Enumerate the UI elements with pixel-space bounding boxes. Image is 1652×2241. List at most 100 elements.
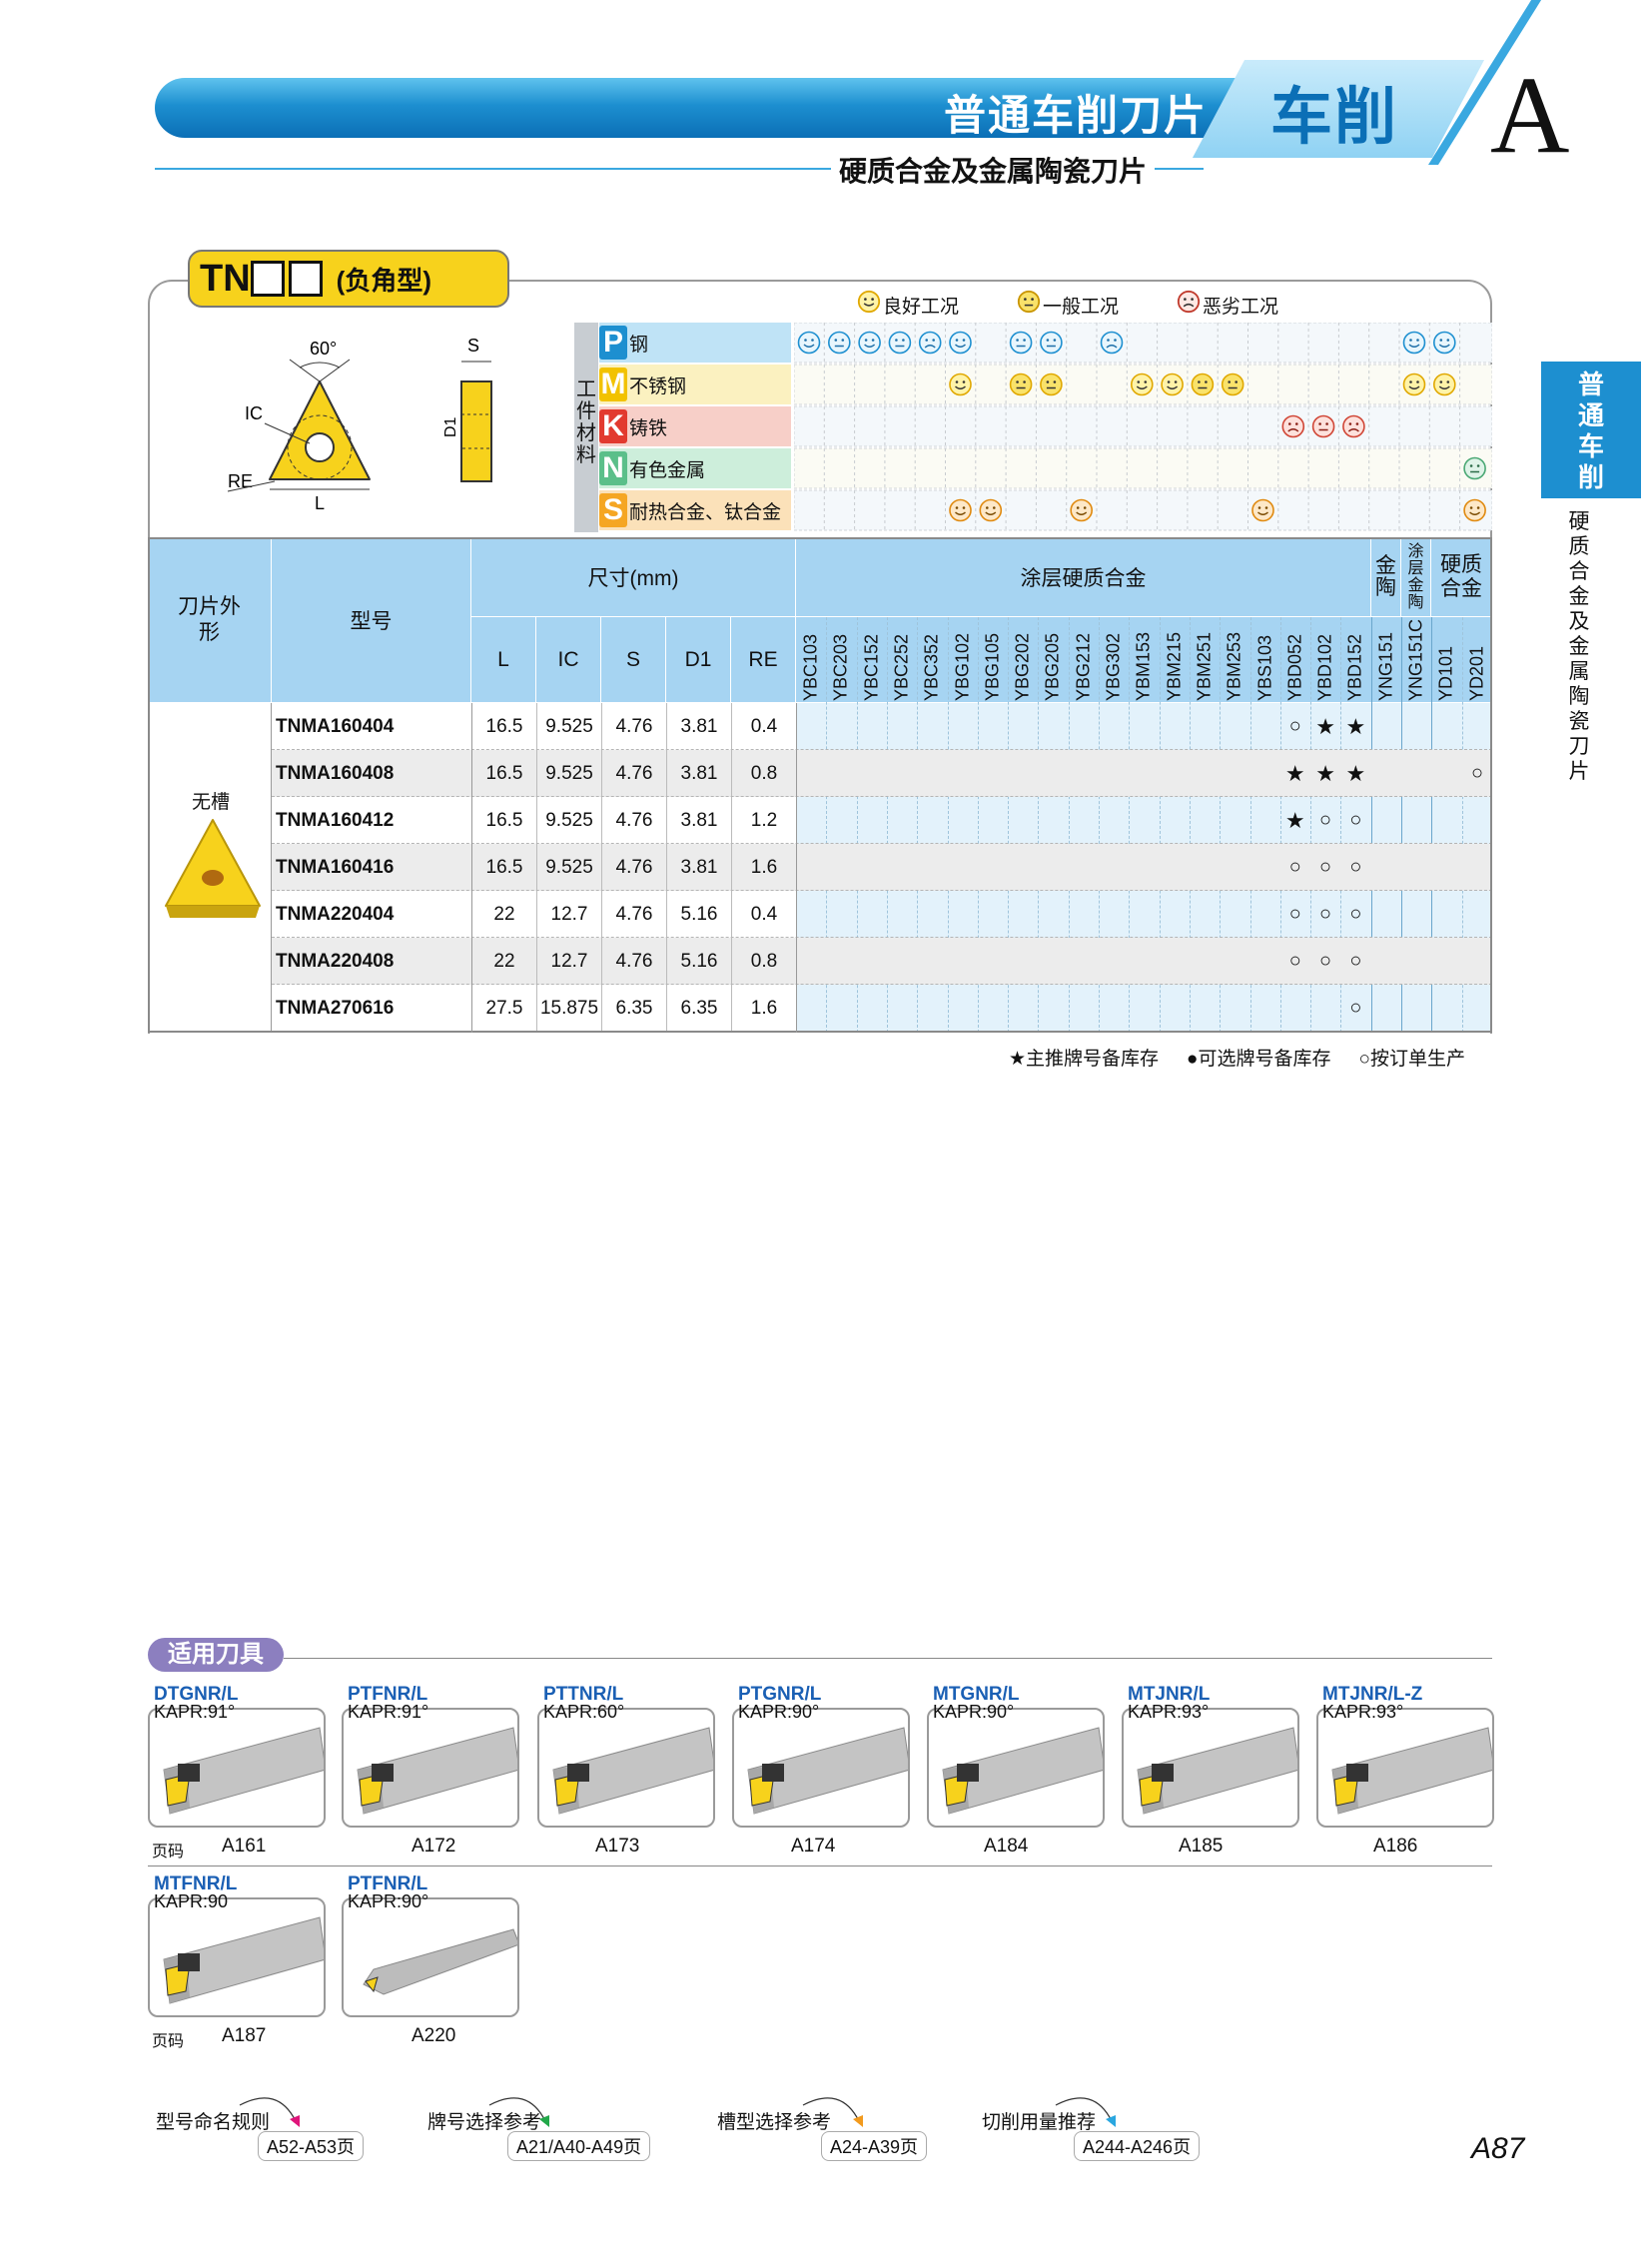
reference-page-link[interactable]: A21/A40-A49页 <box>507 2131 651 2161</box>
insert-side-view <box>460 380 492 482</box>
legend-star: ★主推牌号备库存 <box>1009 1049 1160 1070</box>
insert-hole <box>305 432 335 462</box>
triangle-insert-shape <box>269 380 371 480</box>
tool-page-ref[interactable]: A173 <box>595 1836 639 1858</box>
tool-card[interactable]: PTTNR/L KAPR:60° <box>537 1684 715 1828</box>
page-label: 页码 <box>152 1844 185 1861</box>
page-label: 页码 <box>152 2033 185 2050</box>
side-tab[interactable]: 普 通 车 削 <box>1541 362 1641 498</box>
smile-icon <box>858 331 881 355</box>
smile-icon <box>979 498 1003 522</box>
tool-card[interactable]: PTGNR/L KAPR:90° <box>732 1684 910 1828</box>
tool-image <box>537 1708 715 1828</box>
neutral-face-icon <box>827 331 851 355</box>
table-border <box>148 537 1492 1033</box>
rating-row-bg <box>794 405 1492 447</box>
tools-divider <box>284 1658 1492 1659</box>
tool-kapr: KAPR:90° <box>933 1702 1015 1722</box>
sad-face-icon <box>1100 331 1124 355</box>
sad-face-icon <box>1177 290 1201 320</box>
dim-label-ic: IC <box>245 403 263 423</box>
neutral-face-icon <box>1040 331 1063 355</box>
tool-kapr: KAPR:93° <box>1128 1702 1210 1722</box>
reference-page-link[interactable]: A24-A39页 <box>821 2131 928 2161</box>
tool-page-ref[interactable]: A220 <box>412 2025 455 2047</box>
material-row-m: M 不锈钢 <box>599 365 686 404</box>
angle-label: 60° <box>310 339 337 359</box>
section-letter: A <box>1490 54 1570 176</box>
tool-page-ref[interactable]: A172 <box>412 1836 455 1858</box>
side-subtitle-char: 合 <box>1568 560 1590 583</box>
tool-card[interactable]: MTJNR/L KAPR:93° <box>1122 1684 1299 1828</box>
reference-page-link[interactable]: A52-A53页 <box>258 2131 365 2161</box>
material-row-p: P钢 <box>599 323 648 363</box>
page-number: A87 <box>1471 2132 1525 2165</box>
tool-holder-icon <box>1331 1727 1492 1815</box>
neutral-face-icon <box>1463 456 1486 480</box>
neutral-face-icon <box>1311 414 1335 438</box>
tool-card[interactable]: MTFNR/L KAPR:90 <box>148 1873 326 2017</box>
condition-bad: 恶劣工况 <box>1177 290 1278 320</box>
material-label: 耐热合金、钛合金 <box>629 501 782 523</box>
tool-image <box>732 1708 910 1828</box>
smile-icon <box>949 331 972 355</box>
side-subtitle-char: 片 <box>1568 760 1590 783</box>
tool-card[interactable]: PTFNR/L KAPR:91° <box>342 1684 519 1828</box>
smile-icon <box>1161 373 1184 396</box>
smile-icon <box>1432 373 1456 396</box>
neutral-face-icon <box>1221 373 1244 396</box>
condition-normal: 一般工况 <box>1017 290 1119 320</box>
page-title: 普通车削刀片 <box>943 92 1208 139</box>
tool-page-ref[interactable]: A161 <box>222 1836 266 1858</box>
tool-image <box>148 1708 326 1828</box>
material-label: 铸铁 <box>629 417 668 439</box>
side-tab-char: 通 <box>1577 400 1604 430</box>
side-subtitle-char: 金 <box>1568 635 1590 658</box>
smile-icon <box>1130 373 1154 396</box>
tool-card[interactable]: PTFNR/L KAPR:90° <box>342 1873 519 2017</box>
tool-holder-icon <box>552 1727 713 1815</box>
stock-legend: ★主推牌号备库存 ●可选牌号备库存 ○按订单生产 <box>1009 1044 1465 1071</box>
reference-page-link[interactable]: A244-A246页 <box>1074 2131 1201 2161</box>
tool-card[interactable]: MTGNR/L KAPR:90° <box>927 1684 1105 1828</box>
tool-page-ref[interactable]: A186 <box>1373 1836 1417 1858</box>
tool-card[interactable]: MTJNR/L-Z KAPR:93° <box>1316 1684 1494 1828</box>
tool-image <box>1122 1708 1299 1828</box>
tool-holder-icon <box>942 1727 1103 1815</box>
side-subtitle-char: 硬 <box>1568 510 1590 533</box>
tool-page-ref[interactable]: A187 <box>222 2025 266 2047</box>
page-subtitle: 硬质合金及金属陶瓷刀片 <box>831 150 1156 190</box>
smile-icon <box>1463 498 1486 522</box>
tool-page-ref[interactable]: A184 <box>984 1836 1028 1858</box>
material-label: 钢 <box>629 334 649 356</box>
tool-page-ref[interactable]: A174 <box>791 1836 835 1858</box>
tool-card[interactable]: DTGNR/L KAPR:91° <box>148 1684 326 1828</box>
smile-icon <box>1432 331 1456 355</box>
smile-icon <box>1402 331 1426 355</box>
legend-circle: ○按订单生产 <box>1358 1049 1466 1070</box>
tool-kapr: KAPR:90° <box>348 1891 429 1911</box>
rating-row-bg <box>794 447 1492 489</box>
tool-kapr: KAPR:60° <box>543 1702 625 1722</box>
neutral-face-icon <box>888 331 912 355</box>
material-rating-grid <box>794 323 1492 532</box>
tool-image <box>342 1708 519 1828</box>
tool-image <box>1316 1708 1494 1828</box>
dim-label-l: L <box>315 493 325 513</box>
material-code: M <box>599 368 627 401</box>
material-row-k: K 铸铁 <box>599 406 667 446</box>
side-tab-char: 削 <box>1577 462 1604 492</box>
tool-holder-icon <box>747 1727 908 1815</box>
col-line <box>796 703 797 1033</box>
product-type: (负角型) <box>336 265 431 296</box>
tool-page-ref[interactable]: A185 <box>1179 1836 1223 1858</box>
tool-image <box>148 1897 326 2017</box>
neutral-face-icon <box>1040 373 1063 396</box>
neutral-face-icon <box>1009 331 1033 355</box>
tool-kapr: KAPR:91° <box>348 1702 429 1722</box>
smile-icon <box>1070 498 1094 522</box>
rating-row-bg <box>794 489 1492 531</box>
material-code: P <box>599 326 627 360</box>
arrow-icon <box>239 2097 300 2127</box>
sad-face-icon <box>1342 414 1365 438</box>
